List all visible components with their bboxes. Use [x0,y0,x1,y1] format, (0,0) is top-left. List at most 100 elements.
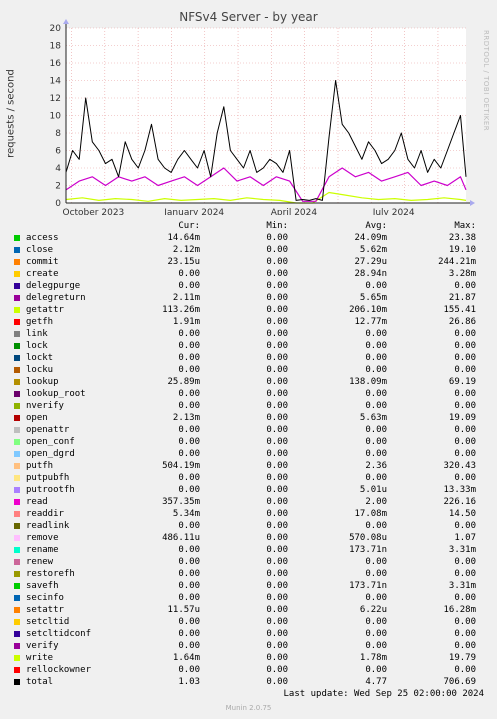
legend-cur: 0.00 [178,581,200,591]
legend-cur: 0.00 [178,449,200,459]
last-update: Last update: Wed Sep 25 02:00:00 2024 [283,689,484,699]
legend-row: putrootfh 0.00 0.00 5.01u 13.33m [0,484,497,496]
legend-cur: 1.91m [172,317,200,327]
legend-row: getattr 113.26m 0.00 206.10m 155.41 [0,304,497,316]
y-tick-label: 14 [50,77,62,87]
legend-max: 244.21m [438,257,476,267]
legend-name: getattr [26,305,64,315]
legend-cur: 0.00 [178,521,200,531]
legend-min: 0.00 [266,641,288,651]
legend-name: putfh [26,461,54,471]
legend-swatch [14,535,20,541]
legend-name: link [26,329,48,339]
legend-cur: 0.00 [178,665,200,675]
legend-avg: 206.10m [349,305,387,315]
legend-cur: 2.13m [172,413,200,423]
legend-cur: 23.15u [167,257,200,267]
legend-swatch [14,391,20,397]
y-tick-label: 0 [55,199,61,209]
legend-max: 19.09 [448,413,476,423]
x-tick-label: January 2024 [163,208,224,215]
legend-max: 0.00 [454,593,476,603]
legend-cur: 113.26m [162,305,200,315]
chart-plot: 0 2 4 6 8 10 12 14 16 18 20 October 2023 January 202… [50,19,475,215]
legend-min: 0.00 [266,653,288,663]
header-cur: Cur: [178,221,200,231]
y-tick-label: 4 [55,164,61,174]
legend-name: readdir [26,509,64,519]
legend-avg: 4.77 [365,677,387,687]
legend-min: 0.00 [266,569,288,579]
legend-name: write [26,653,54,663]
legend-min: 0.00 [266,401,288,411]
legend-name: putpubfh [26,473,70,483]
legend-avg: 173.71n [349,581,387,591]
legend-name: setcltid [26,617,70,627]
legend-avg: 28.94n [354,269,387,279]
legend-row: rellockowner 0.00 0.00 0.00 0.00 [0,664,497,676]
legend-max: 16.28m [443,605,476,615]
legend-cur: 0.00 [178,485,200,495]
legend-name: setattr [26,605,64,615]
y-tick-label: 8 [55,129,61,139]
legend-avg: 0.00 [365,401,387,411]
legend-avg: 0.00 [365,449,387,459]
legend-name: access [26,233,59,243]
legend-swatch [14,583,20,589]
legend-swatch [14,679,20,685]
legend-name: setcltidconf [26,629,92,639]
legend-avg: 12.77m [354,317,387,327]
legend-name: create [26,269,59,279]
legend-row: open_dgrd 0.00 0.00 0.00 0.00 [0,448,497,460]
legend-avg: 0.00 [365,617,387,627]
legend-swatch [14,667,20,673]
legend-min: 0.00 [266,665,288,675]
legend-cur: 2.11m [172,293,200,303]
legend-avg: 0.00 [365,353,387,363]
legend-name: putrootfh [26,485,75,495]
legend-max: 0.00 [454,449,476,459]
legend-row: setcltid 0.00 0.00 0.00 0.00 [0,616,497,628]
legend-cur: 11.57u [167,605,200,615]
legend-min: 0.00 [266,317,288,327]
legend-avg: 6.22u [359,605,387,615]
legend-swatch [14,319,20,325]
legend-max: 26.86 [448,317,476,327]
legend-cur: 0.00 [178,353,200,363]
legend-name: lookup_root [26,389,86,399]
legend-name: nverify [26,401,64,411]
legend-name: close [26,245,54,255]
legend-cur: 0.00 [178,281,200,291]
legend-row: access 14.64m 0.00 24.09m 23.38 [0,232,497,244]
legend-max: 155.41 [443,305,476,315]
x-tick-label: July 2024 [372,208,415,215]
legend-avg: 173.71n [349,545,387,555]
legend-row: lookup 25.89m 0.00 138.09m 69.19 [0,376,497,388]
legend-max: 226.16 [443,497,476,507]
legend-max: 23.38 [448,233,476,243]
legend-swatch [14,307,20,313]
y-tick-label: 6 [55,147,61,157]
legend-max: 0.00 [454,617,476,627]
legend-swatch [14,631,20,637]
legend-row: restorefh 0.00 0.00 0.00 0.00 [0,568,497,580]
legend-row: create 0.00 0.00 28.94n 3.28m [0,268,497,280]
legend-row: setcltidconf 0.00 0.00 0.00 0.00 [0,628,497,640]
legend-name: rellockowner [26,665,92,675]
legend-cur: 0.00 [178,569,200,579]
legend-swatch [14,295,20,301]
legend-min: 0.00 [266,509,288,519]
legend-min: 0.00 [266,305,288,315]
legend-min: 0.00 [266,389,288,399]
legend-cur: 5.34m [172,509,200,519]
legend-max: 0.00 [454,641,476,651]
legend-row: open 2.13m 0.00 5.63m 19.09 [0,412,497,424]
legend-row: write 1.64m 0.00 1.78m 19.79 [0,652,497,664]
legend-max: 21.87 [448,293,476,303]
legend-swatch [14,619,20,625]
legend-max: 3.28m [448,269,476,279]
legend-avg: 0.00 [365,341,387,351]
legend-swatch [14,475,20,481]
legend-max: 0.00 [454,353,476,363]
y-tick-label: 12 [50,94,61,104]
